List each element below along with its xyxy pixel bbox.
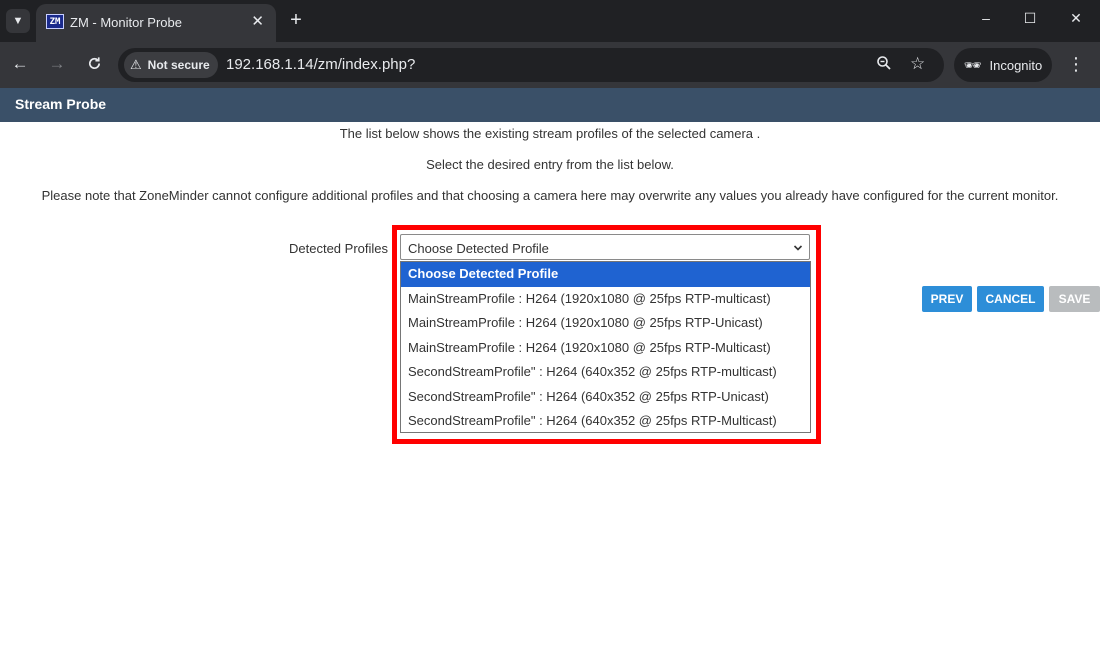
window-close-icon[interactable]: ✕: [1066, 10, 1086, 27]
back-icon[interactable]: ←: [10, 54, 30, 74]
security-label: Not secure: [147, 58, 210, 72]
reload-icon[interactable]: [84, 54, 104, 76]
dropdown-option[interactable]: Choose Detected Profile: [401, 262, 810, 287]
page-title: Stream Probe: [15, 96, 107, 112]
dropdown-option[interactable]: SecondStreamProfile" : H264 (640x352 @ 2…: [401, 409, 810, 434]
chevron-down-icon: [793, 240, 803, 256]
incognito-indicator[interactable]: 🕶 Incognito: [954, 48, 1052, 82]
tab-search-button[interactable]: ▼: [6, 9, 30, 33]
detected-profiles-label: Detected Profiles: [289, 241, 388, 256]
select-current-value: Choose Detected Profile: [408, 241, 549, 256]
zoom-icon[interactable]: [876, 55, 892, 76]
zoneminder-favicon-icon: ZM: [46, 14, 64, 29]
address-bar[interactable]: ⚠ Not secure 192.168.1.14/zm/index.php? …: [118, 48, 944, 82]
page-header: Stream Probe: [0, 88, 1100, 122]
detected-profiles-select[interactable]: Choose Detected Profile: [400, 234, 810, 260]
cancel-button[interactable]: CANCEL: [977, 286, 1044, 312]
browser-tab[interactable]: ZM ZM - Monitor Probe ✕: [36, 4, 276, 42]
dropdown-option[interactable]: MainStreamProfile : H264 (1920x1080 @ 25…: [401, 287, 810, 312]
warning-triangle-icon: ⚠: [130, 57, 142, 72]
browser-menu-icon[interactable]: ⋮: [1066, 54, 1086, 75]
browser-toolbar: ← → ⚠ Not secure 192.168.1.14/zm/index.p…: [0, 42, 1100, 88]
browser-tab-strip: ▼ ZM ZM - Monitor Probe ✕ + – ☐ ✕: [0, 0, 1100, 42]
minimize-icon[interactable]: –: [976, 10, 996, 26]
tab-title: ZM - Monitor Probe: [70, 15, 182, 30]
forward-icon[interactable]: →: [47, 54, 67, 74]
prev-button[interactable]: PREV: [922, 286, 972, 312]
dropdown-option[interactable]: SecondStreamProfile" : H264 (640x352 @ 2…: [401, 385, 810, 410]
security-chip[interactable]: ⚠ Not secure: [124, 52, 218, 78]
info-text: Select the desired entry from the list b…: [426, 157, 674, 172]
incognito-label: Incognito: [989, 57, 1043, 73]
info-text: Please note that ZoneMinder cannot confi…: [41, 188, 1059, 203]
star-icon[interactable]: ☆: [910, 54, 925, 74]
chevron-down-icon: ▼: [12, 15, 24, 27]
new-tab-icon[interactable]: +: [286, 9, 306, 32]
dropdown-option[interactable]: MainStreamProfile : H264 (1920x1080 @ 25…: [401, 311, 810, 336]
profiles-dropdown-list[interactable]: Choose Detected Profile MainStreamProfil…: [400, 261, 811, 433]
dropdown-option[interactable]: SecondStreamProfile" : H264 (640x352 @ 2…: [401, 360, 810, 385]
tab-close-icon[interactable]: ✕: [251, 12, 264, 30]
info-text: The list below shows the existing stream…: [339, 126, 761, 141]
save-button[interactable]: SAVE: [1049, 286, 1100, 312]
dropdown-option[interactable]: MainStreamProfile : H264 (1920x1080 @ 25…: [401, 336, 810, 361]
maximize-icon[interactable]: ☐: [1020, 10, 1040, 27]
incognito-icon: 🕶: [963, 56, 982, 73]
url-text[interactable]: 192.168.1.14/zm/index.php?: [226, 56, 415, 73]
